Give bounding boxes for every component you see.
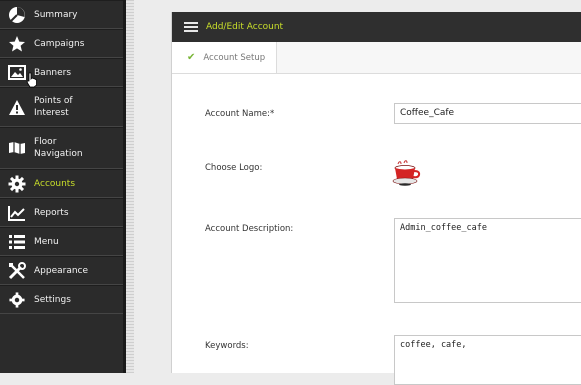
gear-icon: [8, 175, 26, 193]
sidebar-item-label: Summary: [34, 9, 78, 20]
settings-icon: [8, 291, 26, 309]
tab-label: Account Setup: [203, 52, 266, 63]
keywords-label: Keywords:: [205, 341, 249, 351]
hand-cursor-icon: [26, 72, 38, 88]
tab-account-setup[interactable]: ✔ Account Setup: [172, 42, 277, 73]
sidebar-item-summary[interactable]: Summary: [0, 0, 123, 29]
sidebar-item-campaigns[interactable]: Campaigns: [0, 29, 123, 58]
sidebar-item-label: Accounts: [34, 178, 76, 189]
sidebar-item-label: Floor Navigation: [34, 137, 83, 159]
account-panel: Add/Edit Account ✔ Account Setup Account…: [171, 12, 581, 385]
sidebar: Summary Campaigns Banners Points of Inte…: [0, 0, 126, 373]
account-form: Account Name:* Coffee_Cafe Choose Logo: …: [172, 74, 581, 385]
warning-icon: [8, 98, 26, 116]
sidebar-item-label: Appearance: [34, 265, 89, 276]
sidebar-item-floor-navigation[interactable]: Floor Navigation: [0, 127, 123, 169]
chart-icon: [8, 204, 26, 222]
sidebar-item-banners[interactable]: Banners: [0, 58, 123, 87]
image-icon: [8, 64, 26, 82]
sidebar-item-accounts[interactable]: Accounts: [0, 169, 123, 198]
panel-title: Add/Edit Account: [206, 22, 284, 32]
panel-header: Add/Edit Account: [172, 12, 581, 42]
sidebar-divider: [126, 0, 134, 373]
sidebar-item-label: Banners: [34, 67, 72, 78]
sidebar-item-label: Settings: [34, 294, 71, 305]
tab-bar: ✔ Account Setup: [172, 42, 581, 74]
sidebar-item-appearance[interactable]: Appearance: [0, 256, 123, 285]
star-icon: [8, 35, 26, 53]
sidebar-item-points-of-interest[interactable]: Points of Interest: [0, 87, 123, 127]
sidebar-item-reports[interactable]: Reports: [0, 198, 123, 227]
coffee-cup-logo[interactable]: [392, 160, 422, 186]
sidebar-item-label: Menu: [34, 236, 59, 247]
keywords-textarea[interactable]: coffee, cafe,: [394, 335, 581, 385]
sidebar-item-label: Campaigns: [34, 38, 85, 49]
sidebar-item-label: Reports: [34, 207, 69, 218]
account-description-label: Account Description:: [205, 224, 294, 234]
list-icon: [8, 233, 26, 251]
tools-icon: [8, 261, 26, 280]
choose-logo-label: Choose Logo:: [205, 163, 263, 173]
account-name-label: Account Name:*: [205, 109, 275, 119]
checkmark-icon: ✔: [187, 52, 196, 63]
sidebar-item-settings[interactable]: Settings: [0, 285, 123, 314]
account-name-field[interactable]: Coffee_Cafe: [394, 103, 581, 124]
sidebar-item-menu[interactable]: Menu: [0, 227, 123, 256]
map-icon: [8, 139, 26, 157]
sidebar-item-label: Points of Interest: [34, 96, 73, 118]
account-description-textarea[interactable]: Admin_coffee_cafe: [394, 218, 581, 303]
hamburger-icon[interactable]: [184, 22, 198, 32]
summary-pie-icon: [8, 6, 26, 24]
